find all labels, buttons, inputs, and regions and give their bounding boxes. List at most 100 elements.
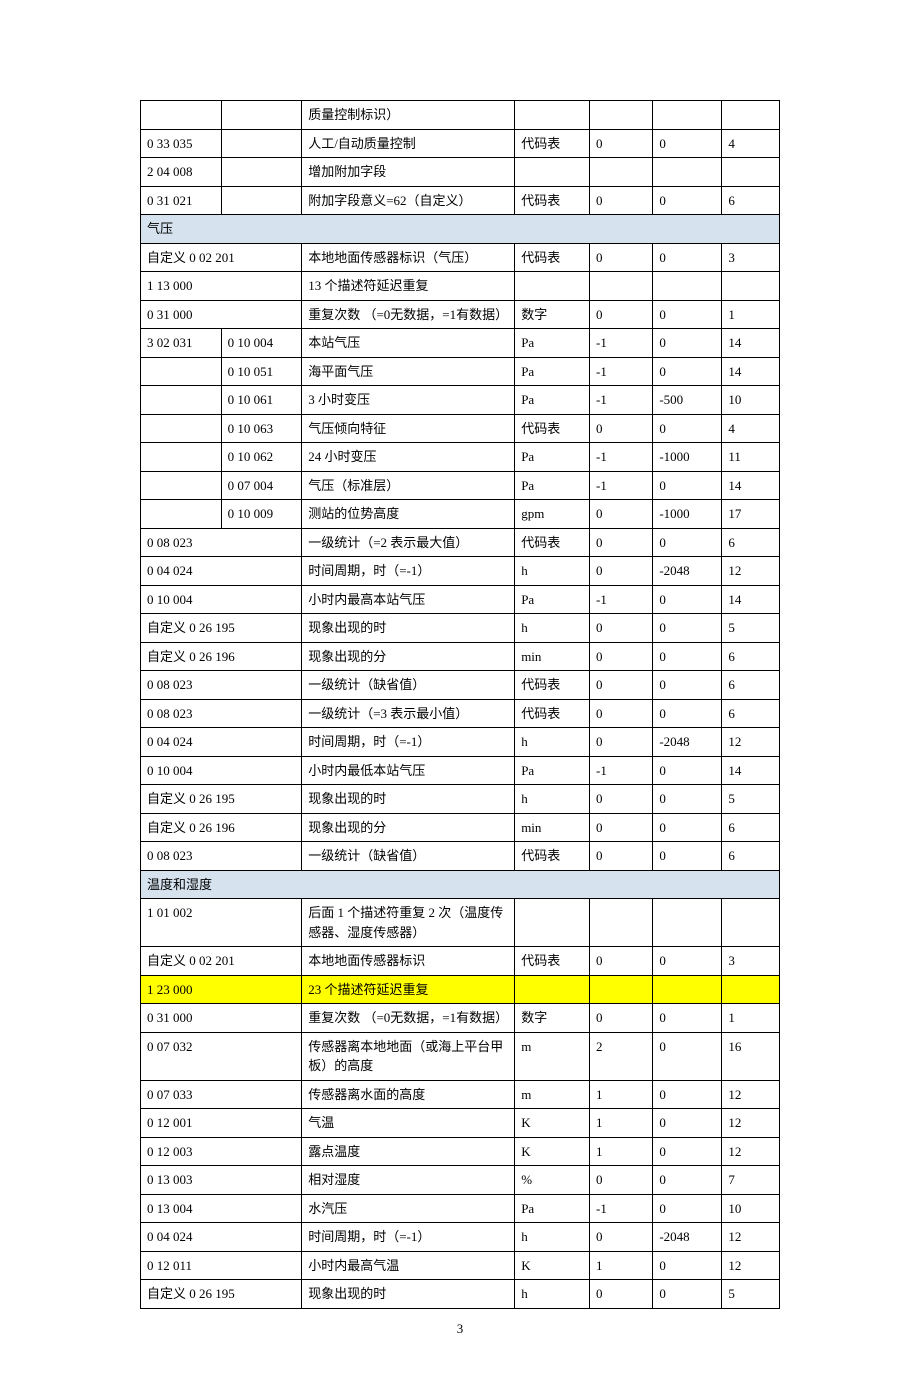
cell-c4: 代码表: [515, 243, 590, 272]
cell-c4: 代码表: [515, 186, 590, 215]
cell-c1: 自定义 0 26 195: [141, 614, 302, 643]
cell-c1: 0 10 004: [141, 756, 302, 785]
cell-c7: 14: [722, 329, 780, 358]
cell-c4: 代码表: [515, 842, 590, 871]
cell-c6: 0: [653, 842, 722, 871]
table-row: 自定义 0 02 201本地地面传感器标识（气压）代码表003: [141, 243, 780, 272]
cell-c5: 0: [590, 1280, 653, 1309]
cell-c6: -1000: [653, 500, 722, 529]
cell-c5: 1: [590, 1251, 653, 1280]
cell-c3: 本站气压: [302, 329, 515, 358]
cell-c1: 自定义 0 26 195: [141, 785, 302, 814]
cell-c7: [722, 272, 780, 301]
cell-c1: 0 08 023: [141, 671, 302, 700]
cell-c3: 现象出现的时: [302, 1280, 515, 1309]
cell-c5: 0: [590, 528, 653, 557]
cell-c6: 0: [653, 1080, 722, 1109]
cell-c6: [653, 158, 722, 187]
cell-c4: Pa: [515, 329, 590, 358]
cell-c1: 自定义 0 26 196: [141, 813, 302, 842]
cell-c3: 重复次数 （=0无数据，=1有数据）: [302, 300, 515, 329]
cell-c6: -1000: [653, 443, 722, 472]
cell-c5: -1: [590, 471, 653, 500]
cell-c1: 0 07 033: [141, 1080, 302, 1109]
cell-c1: 2 04 008: [141, 158, 222, 187]
cell-c5: [590, 272, 653, 301]
cell-c5: 0: [590, 500, 653, 529]
table-row: 0 13 003相对湿度%007: [141, 1166, 780, 1195]
cell-c6: 0: [653, 300, 722, 329]
cell-c7: 4: [722, 129, 780, 158]
table-row: 自定义 0 26 196现象出现的分min006: [141, 642, 780, 671]
cell-c3: 本地地面传感器标识: [302, 947, 515, 976]
cell-c3: 气温: [302, 1109, 515, 1138]
table-row: 3 02 0310 10 004本站气压Pa-1014: [141, 329, 780, 358]
cell-c6: 0: [653, 813, 722, 842]
cell-c2: 0 10 063: [221, 414, 302, 443]
table-row: 0 31 000重复次数 （=0无数据，=1有数据）数字001: [141, 1004, 780, 1033]
cell-c1: [141, 386, 222, 415]
cell-c1: 0 08 023: [141, 842, 302, 871]
cell-c1: 0 31 021: [141, 186, 222, 215]
cell-c4: [515, 158, 590, 187]
table-row: 0 04 024时间周期，时（=-1）h0-204812: [141, 557, 780, 586]
cell-c6: 0: [653, 129, 722, 158]
cell-c7: 12: [722, 1080, 780, 1109]
cell-c3: 小时内最低本站气压: [302, 756, 515, 785]
cell-c1: 0 31 000: [141, 1004, 302, 1033]
cell-c4: Pa: [515, 756, 590, 785]
cell-c6: 0: [653, 414, 722, 443]
cell-c3: 后面 1 个描述符重复 2 次（温度传感器、湿度传感器）: [302, 899, 515, 947]
cell-c7: 5: [722, 1280, 780, 1309]
cell-c3: 小时内最高气温: [302, 1251, 515, 1280]
table-row: 0 10 009测站的位势高度gpm0-100017: [141, 500, 780, 529]
table-row: 0 10 004小时内最低本站气压Pa-1014: [141, 756, 780, 785]
table-row: 0 12 003露点温度K1012: [141, 1137, 780, 1166]
cell-c7: 5: [722, 614, 780, 643]
cell-c1: [141, 471, 222, 500]
cell-c3: 人工/自动质量控制: [302, 129, 515, 158]
cell-c1: 0 07 032: [141, 1032, 302, 1080]
table-row: 0 08 023一级统计（=3 表示最小值）代码表006: [141, 699, 780, 728]
cell-c7: 4: [722, 414, 780, 443]
cell-c6: 0: [653, 947, 722, 976]
cell-c6: 0: [653, 614, 722, 643]
cell-c6: 0: [653, 1166, 722, 1195]
cell-c5: 0: [590, 728, 653, 757]
cell-c6: 0: [653, 1137, 722, 1166]
cell-c1: 3 02 031: [141, 329, 222, 358]
cell-c4: 代码表: [515, 699, 590, 728]
cell-c4: min: [515, 813, 590, 842]
cell-c2: 0 10 061: [221, 386, 302, 415]
cell-c4: [515, 101, 590, 130]
table-row: 1 23 00023 个描述符延迟重复: [141, 975, 780, 1004]
cell-c7: 3: [722, 243, 780, 272]
cell-c6: 0: [653, 1109, 722, 1138]
cell-c3: 气压倾向特征: [302, 414, 515, 443]
cell-c7: 12: [722, 1251, 780, 1280]
cell-c6: 0: [653, 329, 722, 358]
cell-c4: Pa: [515, 1194, 590, 1223]
cell-c1: [141, 500, 222, 529]
cell-c6: [653, 975, 722, 1004]
cell-c3: 现象出现的分: [302, 813, 515, 842]
cell-c3: 露点温度: [302, 1137, 515, 1166]
cell-c7: 14: [722, 357, 780, 386]
cell-c6: [653, 101, 722, 130]
cell-c4: [515, 899, 590, 947]
table-row: 0 10 063气压倾向特征代码表004: [141, 414, 780, 443]
cell-c1: 0 08 023: [141, 528, 302, 557]
cell-c3: 时间周期，时（=-1）: [302, 728, 515, 757]
cell-c5: 0: [590, 1223, 653, 1252]
cell-c5: 0: [590, 243, 653, 272]
table-row: 2 04 008增加附加字段: [141, 158, 780, 187]
cell-c6: 0: [653, 785, 722, 814]
cell-c3: 水汽压: [302, 1194, 515, 1223]
cell-c5: 0: [590, 785, 653, 814]
cell-c6: 0: [653, 671, 722, 700]
cell-c1: 0 04 024: [141, 728, 302, 757]
cell-c3: 一级统计（缺省值）: [302, 671, 515, 700]
cell-c1: 自定义 0 02 201: [141, 947, 302, 976]
cell-c1: 1 13 000: [141, 272, 302, 301]
cell-c7: 14: [722, 756, 780, 785]
